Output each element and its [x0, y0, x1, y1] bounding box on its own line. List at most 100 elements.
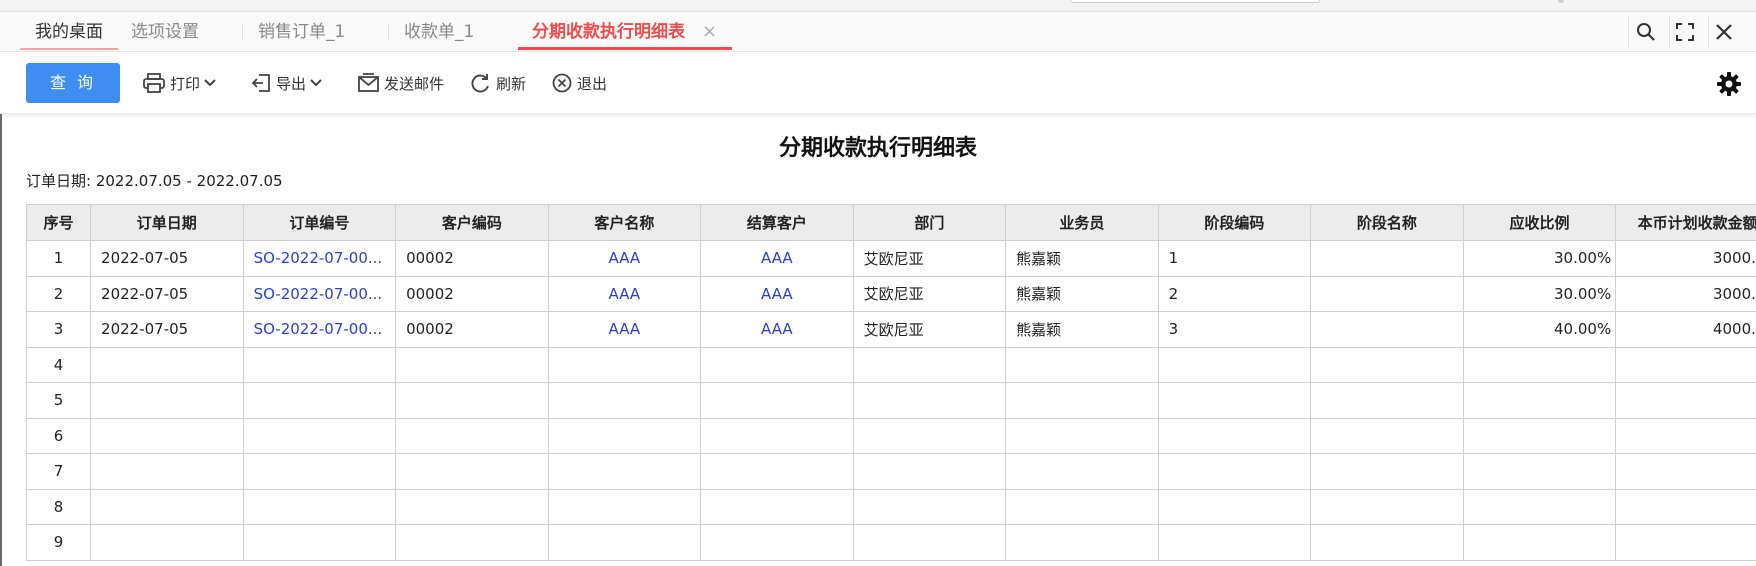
cell-customer-name [547, 382, 702, 419]
tab-close-icon[interactable]: × [702, 12, 717, 52]
cell-order-no[interactable]: SO-2022-07-00... [242, 311, 397, 348]
column-header-planned-amount[interactable]: 本币计划收款金额 [1615, 204, 1756, 241]
table-row[interactable]: 2 2022-07-05 SO-2022-07-00... 00002 AAA AAA 艾欧… [26, 275, 1756, 312]
column-header-receivable-ratio[interactable]: 应收比例 [1462, 204, 1617, 241]
cell-department [852, 382, 1007, 419]
report-grid[interactable]: 序号 订单日期 订单编号 客户编码 客户名称 结算客户 部门 业务员 阶段编码 阶段名称 应收比例本… [26, 204, 1756, 566]
query-button[interactable]: 查 询 [26, 63, 120, 103]
cell-salesperson [1005, 382, 1159, 419]
cell-order-no[interactable]: SO-2022-07-00... [242, 240, 397, 277]
toolbar: 查 询 打印 导出 发送邮件 刷新 退出 [0, 52, 1756, 114]
cell-stage-code [1157, 346, 1312, 383]
cell-salesperson: 熊嘉颖 [1005, 311, 1159, 348]
cell-receivable-ratio [1462, 488, 1617, 525]
column-header-stage-name[interactable]: 阶段名称 [1310, 204, 1464, 241]
table-row[interactable]: 8 [26, 488, 1756, 525]
table-row[interactable]: 6 [26, 417, 1756, 454]
tab-divider [242, 24, 243, 41]
exit-button[interactable]: 退出 [552, 63, 607, 103]
refresh-button[interactable]: 刷新 [470, 63, 526, 103]
cell-department: 艾欧尼亚 [852, 275, 1007, 312]
cell-settle-customer[interactable]: AAA [700, 275, 854, 312]
cell-receivable-ratio: 30.00% [1462, 240, 1617, 277]
cell-stage-name [1310, 453, 1464, 490]
close-icon[interactable] [1712, 20, 1736, 44]
cell-customer-name[interactable]: AAA [547, 275, 702, 312]
window-ctrl-divider [1669, 16, 1670, 48]
cell-settle-customer[interactable]: AAA [700, 240, 854, 277]
column-header-customer-code[interactable]: 客户编码 [395, 204, 549, 241]
cell-planned-amount: 3000.00 [1615, 240, 1756, 277]
refresh-label: 刷新 [496, 74, 527, 93]
export-label: 导出 [276, 74, 307, 93]
cell-order-no [242, 488, 397, 525]
cell-index: 4 [26, 346, 92, 383]
search-icon[interactable] [1634, 20, 1658, 44]
table-row[interactable]: 9 [26, 524, 1756, 561]
window-ctrl-divider [1708, 16, 1709, 48]
cell-customer-name [547, 488, 702, 525]
cell-index: 2 [26, 275, 92, 312]
column-header-index[interactable]: 序号 [26, 204, 92, 241]
table-row[interactable]: 3 2022-07-05 SO-2022-07-00... 00002 AAA AAA 艾欧… [26, 311, 1756, 348]
cell-stage-code: 2 [1157, 275, 1312, 312]
cell-customer-name [547, 346, 702, 383]
column-header-stage-code[interactable]: 阶段编码 [1157, 204, 1312, 241]
column-header-customer-name[interactable]: 客户名称 [547, 204, 702, 241]
cell-customer-name [547, 453, 702, 490]
cell-settle-customer [700, 524, 854, 561]
tab-options[interactable]: 选项设置 [131, 12, 199, 52]
tab-home[interactable]: 我的桌面 [20, 12, 118, 52]
tab-sales-order[interactable]: 销售订单_1 [258, 12, 345, 52]
top-strip [0, 0, 1756, 12]
cell-order-no[interactable]: SO-2022-07-00... [242, 275, 397, 312]
cell-stage-name [1310, 311, 1464, 348]
column-header-settle-customer[interactable]: 结算客户 [700, 204, 854, 241]
cell-department [852, 417, 1007, 454]
cell-stage-code [1157, 524, 1312, 561]
cell-stage-code: 1 [1157, 240, 1312, 277]
cell-department [852, 524, 1007, 561]
cell-settle-customer [700, 417, 854, 454]
global-search-edge[interactable] [1070, 0, 1320, 3]
tab-receipt[interactable]: 收款单_1 [404, 12, 474, 52]
cell-stage-name [1310, 346, 1464, 383]
tab-installment-report[interactable]: 分期收款执行明细表 × [518, 12, 732, 52]
cell-stage-name [1310, 275, 1464, 312]
table-row[interactable]: 5 [26, 382, 1756, 419]
column-header-order-date[interactable]: 订单日期 [90, 204, 244, 241]
cell-settle-customer [700, 453, 854, 490]
cell-salesperson [1005, 346, 1159, 383]
cell-customer-name[interactable]: AAA [547, 311, 702, 348]
send-mail-button[interactable]: 发送邮件 [358, 63, 444, 103]
export-button[interactable]: 导出 [251, 63, 327, 103]
fullscreen-icon[interactable] [1673, 20, 1697, 44]
cell-planned-amount [1615, 346, 1756, 383]
column-header-order-no[interactable]: 订单编号 [242, 204, 397, 241]
cell-customer-code [395, 382, 549, 419]
cell-index: 7 [26, 453, 92, 490]
cell-index: 1 [26, 240, 92, 277]
cell-receivable-ratio [1462, 417, 1617, 454]
cell-order-no [242, 453, 397, 490]
cell-customer-name[interactable]: AAA [547, 240, 702, 277]
table-row[interactable]: 1 2022-07-05 SO-2022-07-00... 00002 AAA AAA 艾欧… [26, 240, 1756, 277]
cell-customer-code: 00002 [395, 311, 549, 348]
cell-receivable-ratio [1462, 453, 1617, 490]
print-button[interactable]: 打印 [143, 63, 221, 103]
table-row[interactable]: 4 [26, 346, 1756, 383]
date-range: 2022.07.05 - 2022.07.05 [95, 172, 283, 190]
table-row[interactable]: 7 [26, 453, 1756, 490]
table-header-row: 序号 订单日期 订单编号 客户编码 客户名称 结算客户 部门 业务员 阶段编码 阶段名称 应收比例本… [26, 204, 1756, 241]
cell-customer-code: 00002 [395, 240, 549, 277]
cell-department: 艾欧尼亚 [852, 240, 1007, 277]
cell-index: 5 [26, 382, 92, 419]
column-header-department[interactable]: 部门 [852, 204, 1007, 241]
cell-index: 9 [26, 524, 92, 561]
cell-index: 3 [26, 311, 92, 348]
column-header-salesperson[interactable]: 业务员 [1005, 204, 1159, 241]
gear-icon[interactable] [1716, 71, 1742, 97]
date-label: 订单日期: [26, 172, 92, 190]
cell-order-date [90, 417, 244, 454]
cell-settle-customer[interactable]: AAA [700, 311, 854, 348]
